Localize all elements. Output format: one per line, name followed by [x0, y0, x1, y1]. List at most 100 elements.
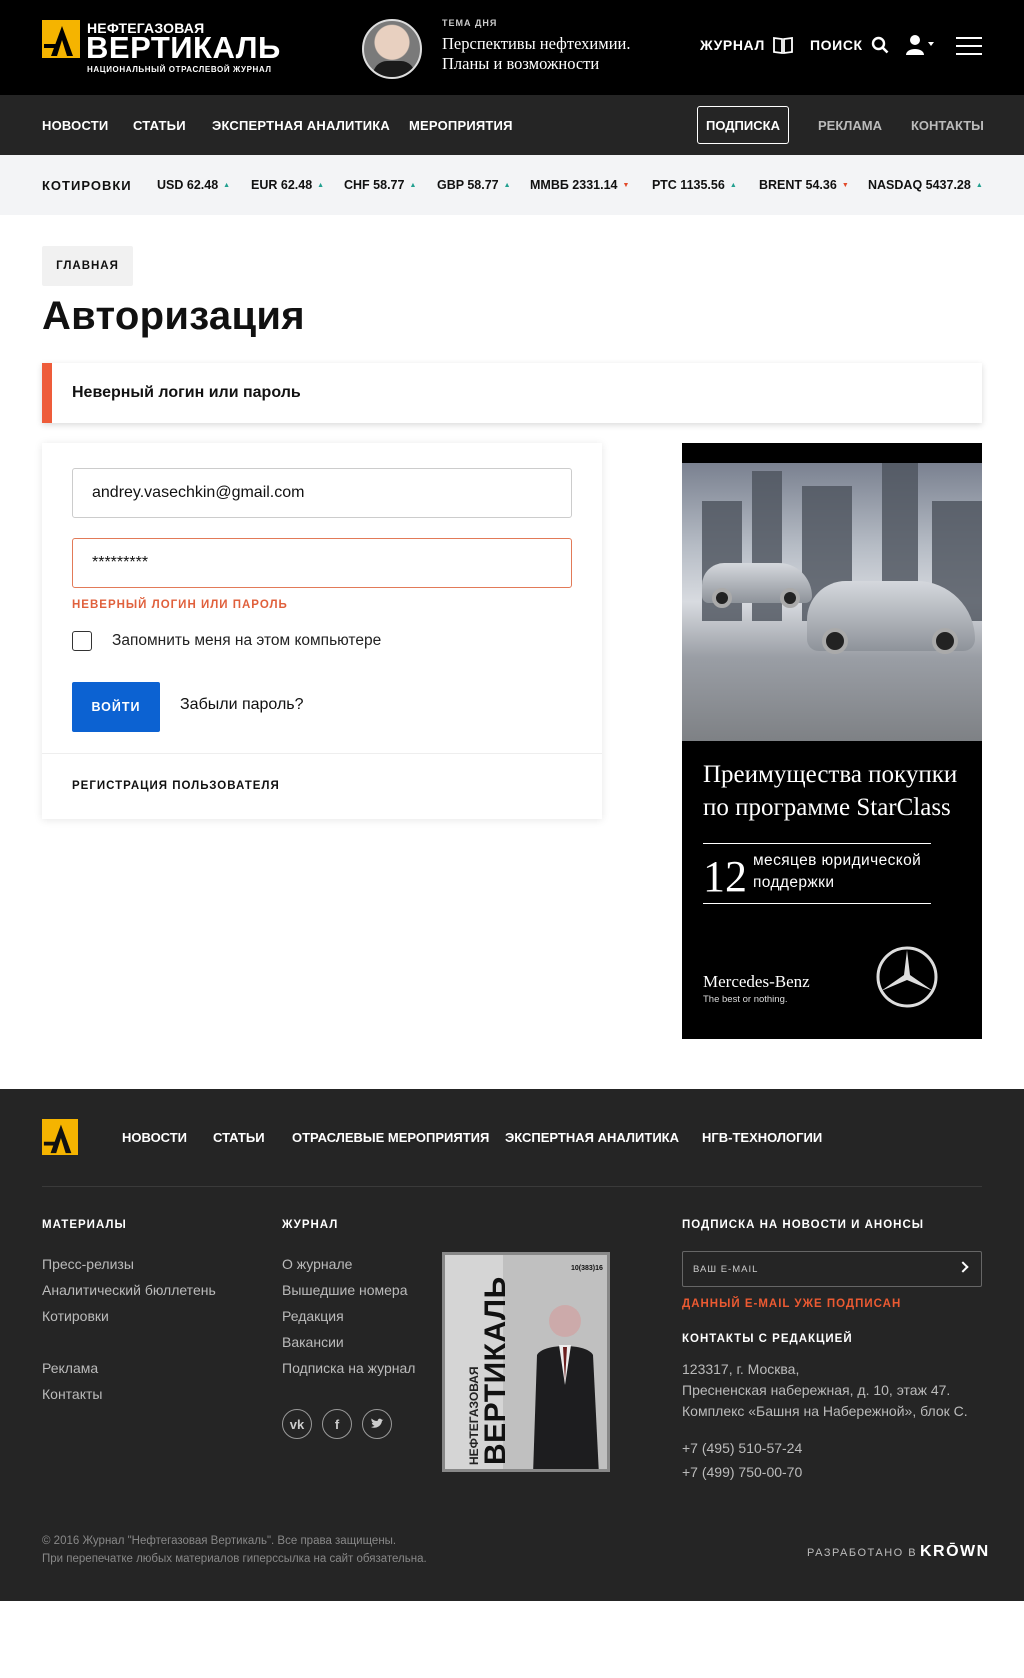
chevron-right-icon[interactable] [957, 1261, 969, 1273]
field-error-message: НЕВЕРНЫЙ ЛОГИН ИЛИ ПАРОЛЬ [72, 599, 288, 611]
quote-item[interactable]: NASDAQ 5437.28 ▲ [868, 178, 983, 192]
quote-item[interactable]: EUR 62.48 ▲ [251, 178, 324, 192]
hamburger-menu-icon[interactable] [956, 37, 982, 57]
register-link[interactable]: РЕГИСТРАЦИЯ ПОЛЬЗОВАТЕЛЯ [72, 780, 280, 792]
footer-nav-news[interactable]: НОВОСТИ [122, 1130, 187, 1145]
subscribe-title: ПОДПИСКА НА НОВОСТИ И АНОНСЫ [682, 1219, 925, 1231]
journal-link[interactable]: Вакансии [282, 1334, 344, 1350]
subscribe-button[interactable]: ПОДПИСКА [697, 106, 789, 144]
topic-avatar[interactable] [362, 19, 422, 79]
nav-item-contacts[interactable]: КОНТАКТЫ [911, 118, 984, 133]
quote-label: ММВБ 2331.14 [530, 178, 618, 192]
search-button[interactable]: ПОИСК [810, 36, 889, 54]
journal-label: ЖУРНАЛ [700, 37, 765, 53]
quote-item[interactable]: BRENT 54.36 ▼ [759, 178, 849, 192]
copyright-text: © 2016 Журнал "Нефтегазовая Вертикаль". … [42, 1535, 397, 1547]
quote-item[interactable]: CHF 58.77 ▲ [344, 178, 416, 192]
developer-logo[interactable]: KRŌWN [920, 1543, 990, 1561]
reprint-notice: При перепечатке любых материалов гиперсс… [42, 1553, 427, 1565]
topic-line-2: Планы и возможности [442, 54, 600, 73]
arrow-up-icon: ▲ [409, 182, 417, 189]
arrow-down-icon: ▼ [841, 182, 849, 189]
alert-message: Неверный логин или пароль [72, 384, 301, 401]
quote-item[interactable]: GBP 58.77 ▲ [437, 178, 511, 192]
footer-divider [42, 1186, 982, 1187]
quote-label: CHF 58.77 [344, 178, 405, 192]
ad-tagline: The best or nothing. [703, 994, 788, 1005]
magazine-cover[interactable]: НЕФТЕГАЗОВАЯ ВЕРТИКАЛЬ 10(383)16 [442, 1252, 610, 1472]
topic-link[interactable]: Перспективы нефтехимии. Планы и возможно… [442, 34, 672, 74]
journal-link[interactable]: Вышедшие номера [282, 1282, 408, 1298]
remember-label[interactable]: Запомнить меня на этом компьютере [112, 632, 381, 650]
journal-link[interactable]: О журнале [282, 1256, 352, 1272]
arrow-up-icon: ▲ [975, 182, 983, 189]
cover-portrait [533, 1305, 599, 1469]
arrow-down-icon: ▼ [622, 182, 630, 189]
ad-brand: Mercedes-Benz [703, 972, 810, 991]
quote-item[interactable]: ММВБ 2331.14 ▼ [530, 178, 629, 192]
quote-item[interactable]: РТС 1135.56 ▲ [652, 178, 737, 192]
ad-rule [703, 903, 931, 904]
materials-link[interactable]: Котировки [42, 1308, 109, 1324]
materials-link[interactable]: Аналитический бюллетень [42, 1282, 216, 1298]
arrow-up-icon: ▲ [503, 182, 511, 189]
vk-icon[interactable]: vk [282, 1409, 312, 1439]
materials-title: МАТЕРИАЛЫ [42, 1219, 127, 1231]
remember-checkbox[interactable] [72, 631, 92, 651]
ad-number-text: месяцев юридической поддержки [753, 850, 933, 894]
quote-label: BRENT 54.36 [759, 178, 837, 192]
facebook-icon[interactable]: f [322, 1409, 352, 1439]
journal-title: ЖУРНАЛ [282, 1219, 339, 1231]
page-title: Авторизация [42, 294, 305, 338]
nav-item-articles[interactable]: СТАТЬИ [133, 118, 186, 133]
nav-item-news[interactable]: НОВОСТИ [42, 118, 108, 133]
forgot-password-link[interactable]: Забыли пароль? [180, 696, 304, 714]
breadcrumb-home[interactable]: ГЛАВНАЯ [42, 246, 133, 286]
quote-label: EUR 62.48 [251, 178, 313, 192]
ad-rule [703, 843, 931, 844]
nav-item-events[interactable]: МЕРОПРИЯТИЯ [409, 118, 513, 133]
twitter-icon[interactable] [362, 1409, 392, 1439]
footer-nav-ngv[interactable]: НГВ-ТЕХНОЛОГИИ [702, 1130, 822, 1145]
main-nav: НОВОСТИ СТАТЬИ ЭКСПЕРТНАЯ АНАЛИТИКА МЕРО… [0, 95, 1024, 155]
journal-link[interactable]: Редакция [282, 1308, 344, 1324]
quote-label: NASDAQ 5437.28 [868, 178, 971, 192]
quotes-bar: КОТИРОВКИ USD 62.48 ▲ EUR 62.48 ▲ CHF 58.7… [0, 155, 1024, 215]
footer-nav-events[interactable]: ОТРАСЛЕВЫЕ МЕРОПРИЯТИЯ [292, 1130, 489, 1145]
quote-item[interactable]: USD 62.48 ▲ [157, 178, 230, 192]
mercedes-star-icon [876, 946, 938, 1008]
login-button[interactable]: ВОЙТИ [72, 682, 160, 732]
site-logo[interactable]: НЕФТЕГАЗОВАЯ ВЕРТИКАЛЬ НАЦИОНАЛЬНЫЙ ОТРА… [42, 20, 280, 76]
advertisement-banner[interactable]: Преимущества покупки по программе StarCl… [682, 443, 982, 1039]
developed-by-label: РАЗРАБОТАНО В [807, 1547, 918, 1559]
footer-nav-analytics[interactable]: ЭКСПЕРТНАЯ АНАЛИТИКА [505, 1130, 679, 1145]
materials-link[interactable]: Пресс-релизы [42, 1256, 134, 1272]
magazine-title: ВЕРТИКАЛЬ [479, 1276, 512, 1465]
nav-item-analytics[interactable]: ЭКСПЕРТНАЯ АНАЛИТИКА [212, 118, 390, 133]
topic-label: ТЕМА ДНЯ [442, 18, 498, 28]
top-header: НЕФТЕГАЗОВАЯ ВЕРТИКАЛЬ НАЦИОНАЛЬНЫЙ ОТРА… [0, 0, 1024, 95]
address-line: Пресненская набережная, д. 10, этаж 47. [682, 1382, 951, 1398]
subscribe-error-message: ДАННЫЙ E-MAIL УЖЕ ПОДПИСАН [682, 1298, 902, 1310]
error-alert: Неверный логин или пароль [42, 363, 982, 423]
topic-line-1: Перспективы нефтехимии. [442, 34, 631, 53]
email-field[interactable] [72, 468, 572, 518]
address-line: 123317, г. Москва, [682, 1361, 800, 1377]
footer-logo-icon[interactable] [42, 1119, 78, 1155]
logo-main-text: ВЕРТИКАЛЬ [86, 30, 281, 65]
site-footer: НОВОСТИ СТАТЬИ ОТРАСЛЕВЫЕ МЕРОПРИЯТИЯ ЭК… [0, 1089, 1024, 1601]
journal-link[interactable]: Подписка на журнал [282, 1360, 415, 1376]
ad-number: 12 [703, 852, 747, 901]
materials-link[interactable]: Реклама [42, 1360, 98, 1376]
password-field[interactable] [72, 538, 572, 588]
subscribe-email-input[interactable]: ВАШ E-MAIL [682, 1251, 982, 1287]
arrow-up-icon: ▲ [317, 182, 325, 189]
nav-item-ads[interactable]: РЕКЛАМА [818, 118, 882, 133]
journal-button[interactable]: ЖУРНАЛ [700, 36, 793, 54]
ad-car-photo [682, 463, 982, 741]
phone-link[interactable]: +7 (495) 510-57-24 [682, 1440, 802, 1456]
materials-link[interactable]: Контакты [42, 1386, 102, 1402]
phone-link[interactable]: +7 (499) 750-00-70 [682, 1464, 802, 1480]
footer-nav-articles[interactable]: СТАТЬИ [213, 1130, 265, 1145]
user-icon[interactable] [906, 34, 938, 56]
